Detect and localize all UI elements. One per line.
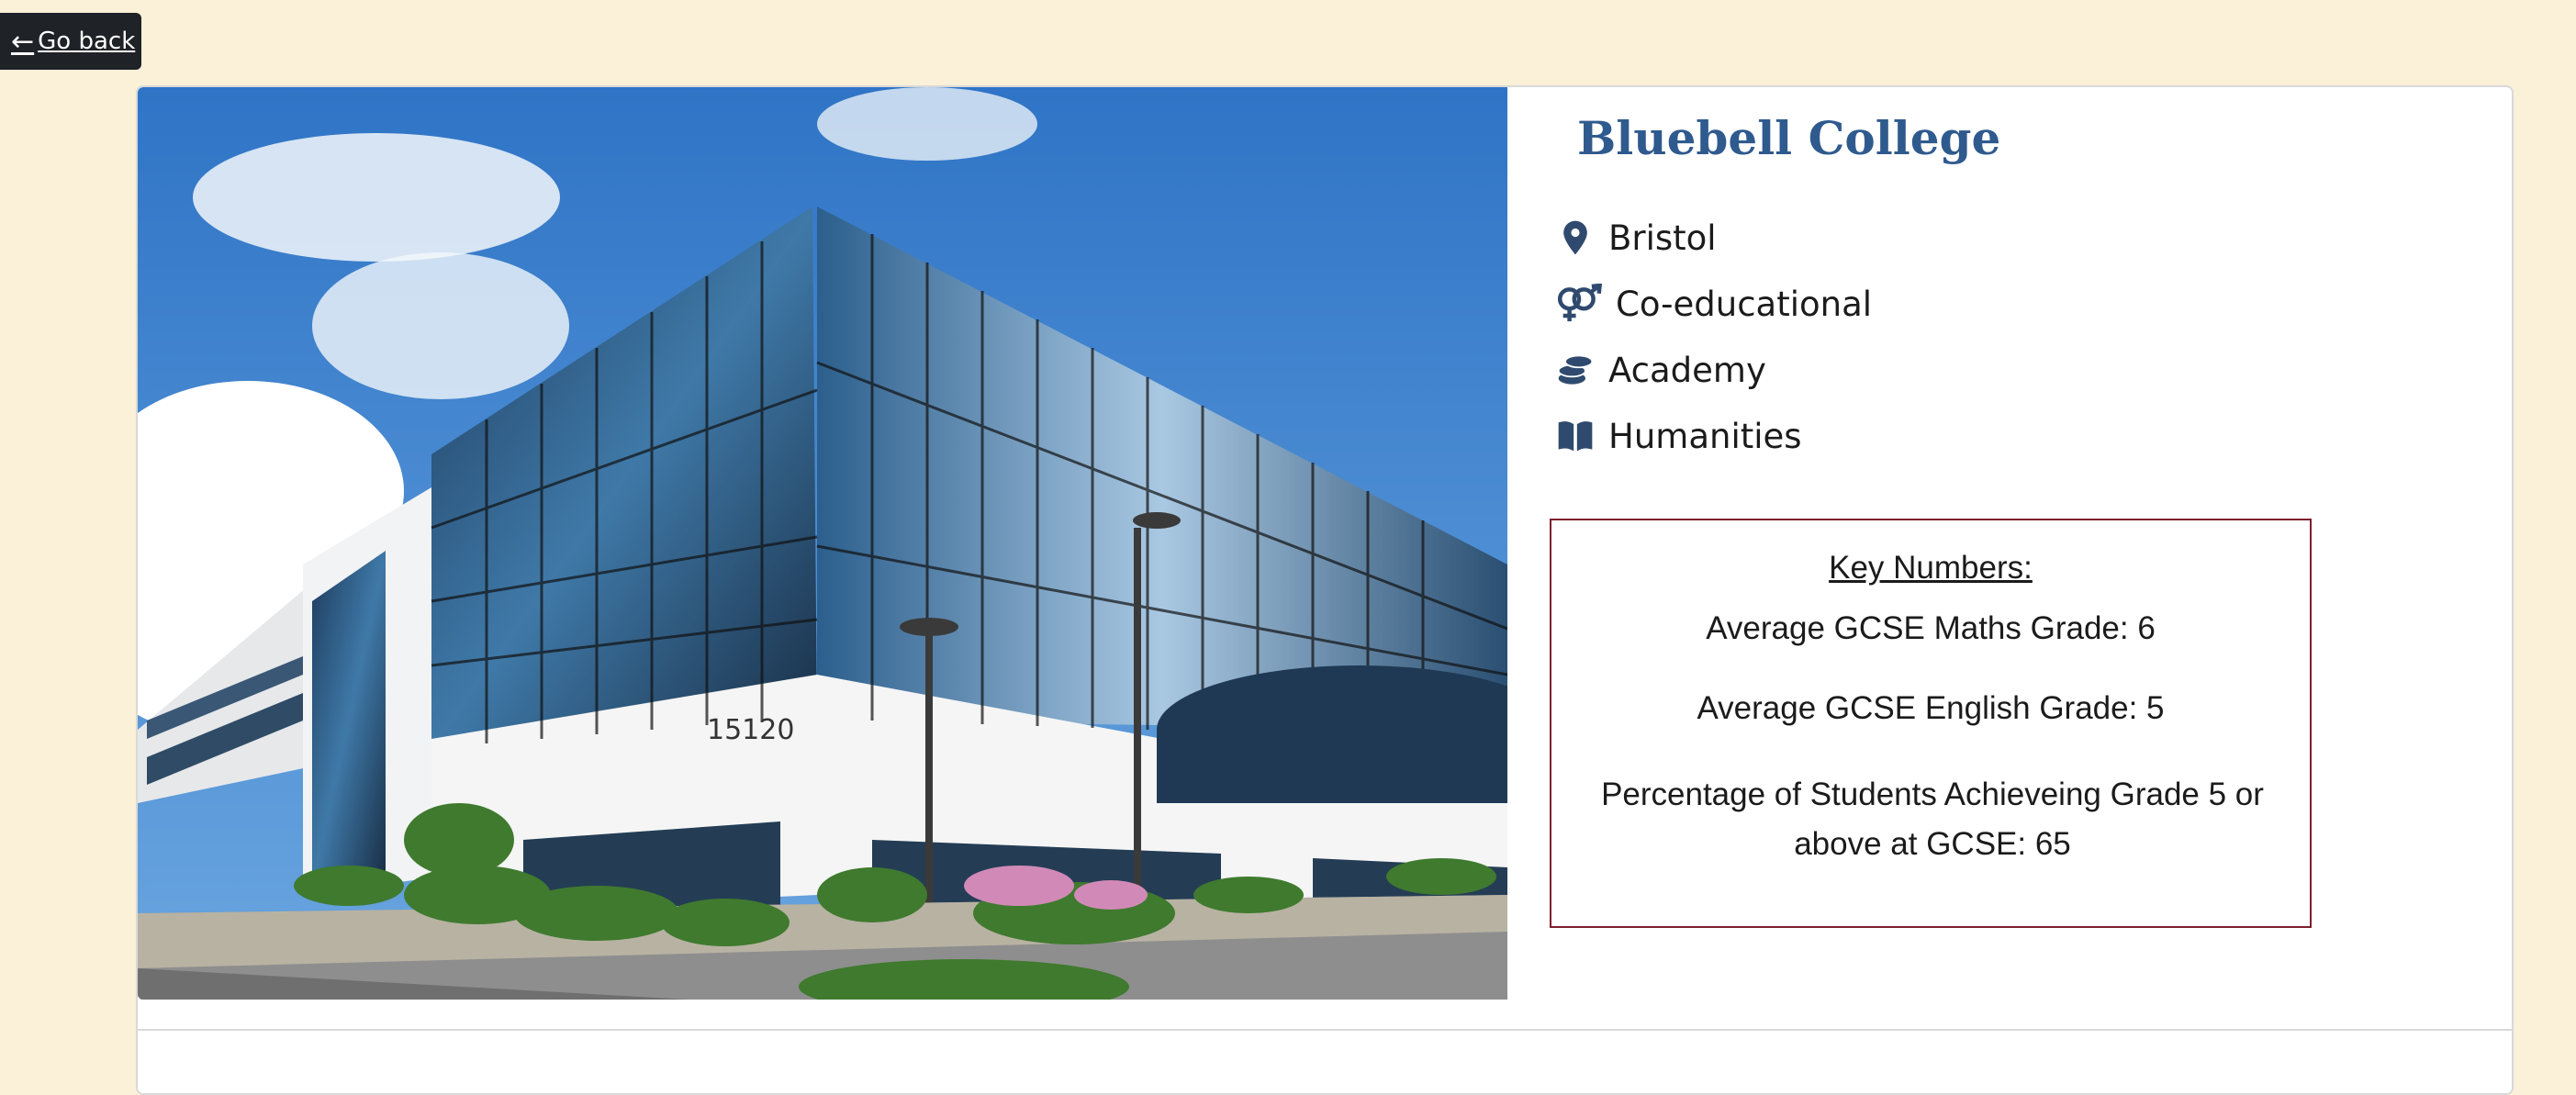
grade5-percentage-text: Percentage of Students Achieveing Grade … [1601,777,2264,862]
specialism-row: Humanities [1555,416,1802,456]
card-divider [138,1029,2512,1031]
gender-row: Co-educational [1555,284,1872,324]
school-name-title: Bluebell College [1577,111,2001,165]
location-text: Bristol [1608,218,1717,258]
go-back-button[interactable]: ← Go back [0,13,141,70]
english-grade-text: Average GCSE English Grade: 5 [1697,690,2165,726]
building-number: 15120 [707,714,794,746]
key-numbers-heading: Key Numbers: [1829,550,2033,586]
open-book-icon [1555,416,1596,456]
specialism-text: Humanities [1608,416,1802,456]
school-type-row: Academy [1555,350,1766,390]
location-row: Bristol [1555,218,1717,258]
arrow-left-icon: ← [11,25,35,58]
school-building-photo: 15120 [138,87,1507,1000]
school-card: 15120 Bluebell College Bristol Co-educat… [136,85,2514,1095]
go-back-label: Go back [38,28,136,55]
gender-text: Co-educational [1616,284,1873,324]
venus-mars-icon [1555,284,1603,324]
school-type-text: Academy [1608,350,1766,390]
map-marker-icon [1555,218,1596,258]
coins-icon [1555,350,1596,390]
key-numbers-box: Key Numbers: Average GCSE Maths Grade: 6… [1550,519,2312,928]
maths-grade-text: Average GCSE Maths Grade: 6 [1706,610,2156,646]
